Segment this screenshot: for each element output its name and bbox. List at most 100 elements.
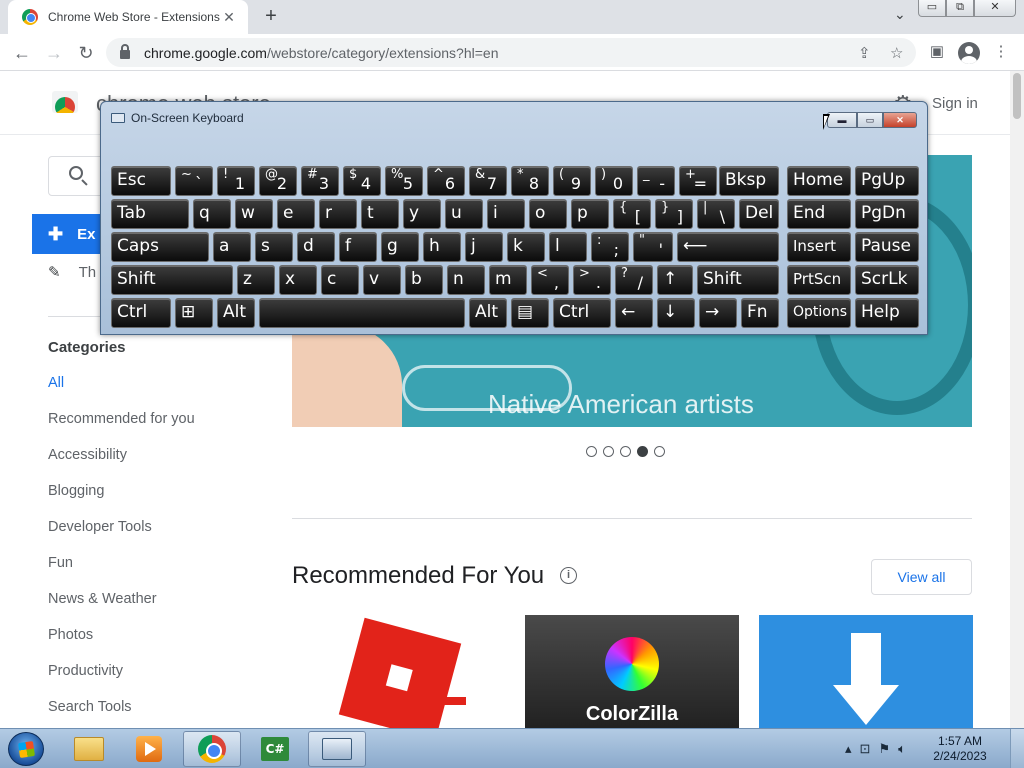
osk-key-pgup[interactable]: PgUp: [855, 166, 919, 196]
osk-key-sym-0-13[interactable]: + =: [679, 166, 717, 196]
nav-themes[interactable]: ✎ Th: [48, 263, 96, 282]
volume-icon[interactable]: 🔈︎: [898, 741, 906, 757]
taskbar-osk[interactable]: [308, 731, 366, 767]
osk-key-bksp[interactable]: Bksp: [719, 166, 779, 196]
osk-key-q[interactable]: q: [193, 199, 231, 229]
osk-minimize-button[interactable]: ▬: [827, 112, 857, 128]
osk-key-6[interactable]: ^ 6: [427, 166, 465, 196]
osk-key-x[interactable]: x: [279, 265, 317, 295]
info-icon[interactable]: i: [560, 567, 577, 584]
taskbar-csharp[interactable]: C#: [246, 731, 304, 767]
osk-key-e[interactable]: e: [277, 199, 315, 229]
osk-key-m[interactable]: m: [489, 265, 527, 295]
new-tab-button[interactable]: +: [260, 5, 282, 27]
category-news-weather[interactable]: News & Weather: [48, 591, 157, 607]
osk-key-y[interactable]: y: [403, 199, 441, 229]
osk-key-ctrl[interactable]: Ctrl: [111, 298, 171, 328]
osk-key-prtscn[interactable]: PrtScn: [787, 265, 851, 295]
osk-key-sym-4-8[interactable]: ↓: [657, 298, 695, 328]
bookmark-star-icon[interactable]: ☆: [890, 44, 903, 62]
osk-key-3[interactable]: #3: [301, 166, 339, 196]
osk-key-sym-1-13[interactable]: | \: [697, 199, 735, 229]
osk-key-end[interactable]: End: [787, 199, 851, 229]
carousel-dot[interactable]: [654, 446, 665, 457]
osk-key-sym-4-5[interactable]: ▤: [511, 298, 549, 328]
lock-icon[interactable]: [120, 44, 130, 59]
osk-key-i[interactable]: i: [487, 199, 525, 229]
osk-key-7[interactable]: & 7: [469, 166, 507, 196]
carousel-dot-active[interactable]: [637, 446, 648, 457]
osk-key-5[interactable]: % 5: [385, 166, 423, 196]
osk-key-alt[interactable]: Alt: [217, 298, 255, 328]
carousel-dot[interactable]: [586, 446, 597, 457]
osk-key-k[interactable]: k: [507, 232, 545, 262]
osk-key-j[interactable]: j: [465, 232, 503, 262]
osk-key-scrlk[interactable]: ScrLk: [855, 265, 919, 295]
osk-key-l[interactable]: l: [549, 232, 587, 262]
show-hidden-icons-icon[interactable]: ▴: [845, 741, 852, 757]
osk-key-sym-0-1[interactable]: ~ `: [175, 166, 213, 196]
osk-key-8[interactable]: * 8: [511, 166, 549, 196]
browser-tab[interactable]: Chrome Web Store - Extensions ✕: [8, 0, 248, 34]
taskbar-media-player[interactable]: [120, 731, 178, 767]
osk-key-sym-3-10[interactable]: ? /: [615, 265, 653, 295]
osk-key-ctrl[interactable]: Ctrl: [553, 298, 611, 328]
tab-close-icon[interactable]: ✕: [220, 9, 238, 26]
osk-key-sym-4-9[interactable]: →: [699, 298, 737, 328]
scrollbar-thumb[interactable]: [1013, 73, 1021, 119]
action-center-flag-icon[interactable]: ⚑: [878, 741, 890, 757]
osk-key-esc[interactable]: Esc: [111, 166, 171, 196]
taskbar-explorer[interactable]: [60, 731, 118, 767]
restore-window-button[interactable]: ⧉: [946, 0, 974, 17]
osk-titlebar[interactable]: On-Screen Keyboard: [111, 111, 244, 125]
carousel-dot[interactable]: [603, 446, 614, 457]
osk-key-g[interactable]: g: [381, 232, 419, 262]
show-desktop-button[interactable]: [1010, 729, 1024, 768]
osk-key-p[interactable]: p: [571, 199, 609, 229]
page-scrollbar[interactable]: [1010, 71, 1024, 728]
start-button[interactable]: [8, 732, 44, 766]
osk-key-n[interactable]: n: [447, 265, 485, 295]
osk-key-u[interactable]: u: [445, 199, 483, 229]
osk-key-caps[interactable]: Caps: [111, 232, 209, 262]
osk-key-sym-2-11[interactable]: " ': [633, 232, 673, 262]
clock[interactable]: 1:57 AM 2/24/2023: [930, 734, 990, 764]
osk-key-o[interactable]: o: [529, 199, 567, 229]
back-button[interactable]: ←: [10, 41, 34, 65]
osk-key-insert[interactable]: Insert: [787, 232, 851, 262]
chrome-menu-icon[interactable]: ⋮: [990, 42, 1012, 64]
category-accessibility[interactable]: Accessibility: [48, 447, 127, 463]
sign-in-link[interactable]: Sign in: [932, 95, 978, 112]
osk-key-sym-3-8[interactable]: <,: [531, 265, 569, 295]
osk-key-home[interactable]: Home: [787, 166, 851, 196]
osk-key-sym-4-1[interactable]: ⊞: [175, 298, 213, 328]
osk-key-sym-3-9[interactable]: >.: [573, 265, 611, 295]
osk-key-sym-4-7[interactable]: ←: [615, 298, 653, 328]
osk-key-0[interactable]: ) 0: [595, 166, 633, 196]
osk-key-shift[interactable]: Shift: [697, 265, 779, 295]
category-recommended[interactable]: Recommended for you: [48, 411, 195, 427]
osk-key-alt[interactable]: Alt: [469, 298, 507, 328]
osk-maximize-button[interactable]: ▭: [857, 112, 883, 128]
osk-key-del[interactable]: Del: [739, 199, 779, 229]
osk-key-w[interactable]: w: [235, 199, 273, 229]
osk-key-sym-1-11[interactable]: {[: [613, 199, 651, 229]
category-photos[interactable]: Photos: [48, 627, 93, 643]
osk-key-a[interactable]: a: [213, 232, 251, 262]
view-all-button[interactable]: View all: [871, 559, 972, 595]
osk-key-options[interactable]: Options: [787, 298, 851, 328]
osk-key-sym-1-12[interactable]: }]: [655, 199, 693, 229]
osk-key-v[interactable]: v: [363, 265, 401, 295]
osk-key-s[interactable]: s: [255, 232, 293, 262]
osk-key-sym-0-12[interactable]: _ -: [637, 166, 675, 196]
osk-key-sym-3-11[interactable]: ↑: [657, 265, 693, 295]
category-search-tools[interactable]: Search Tools: [48, 699, 132, 715]
osk-key-shift[interactable]: Shift: [111, 265, 233, 295]
osk-key-space[interactable]: [259, 298, 465, 328]
category-all[interactable]: All: [48, 375, 64, 391]
address-bar[interactable]: chrome.google.com/webstore/category/exte…: [106, 38, 916, 67]
osk-key-2[interactable]: @2: [259, 166, 297, 196]
minimize-window-button[interactable]: ▭: [918, 0, 946, 17]
osk-key-f[interactable]: f: [339, 232, 377, 262]
osk-key-4[interactable]: $4: [343, 166, 381, 196]
